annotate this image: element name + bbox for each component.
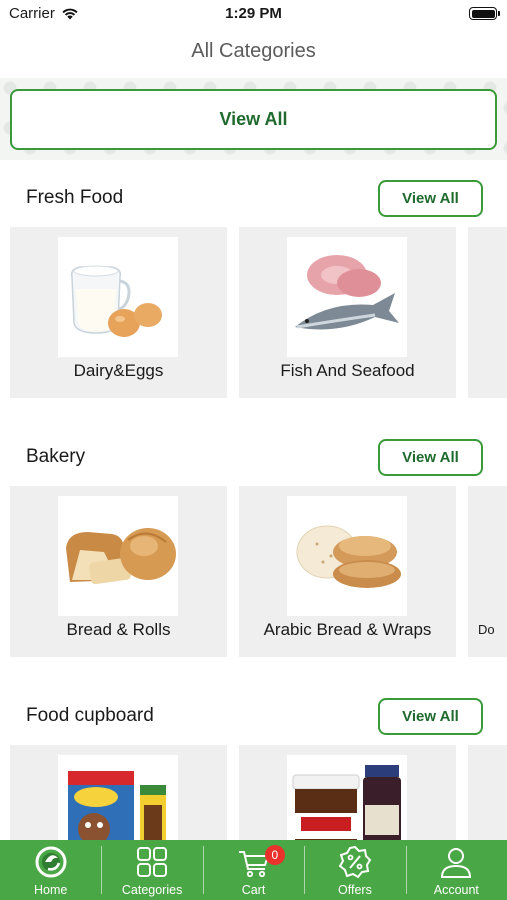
nav-label: Home: [34, 883, 68, 897]
battery-icon: [469, 7, 500, 20]
user-icon: [441, 848, 472, 878]
category-label: Fish And Seafood: [280, 361, 415, 380]
category-card[interactable]: Dairy&Eggs: [10, 227, 227, 398]
dairy-eggs-image: [58, 237, 178, 357]
nav-home[interactable]: Home: [0, 840, 101, 900]
fish-image: [287, 237, 407, 357]
category-card[interactable]: Do: [468, 486, 507, 657]
nav-categories[interactable]: Categories: [101, 840, 202, 900]
clock: 1:29 PM: [225, 5, 282, 22]
arabic-bread-image: [287, 496, 407, 616]
nav-label: Categories: [121, 883, 183, 897]
category-carousel[interactable]: Dairy&Eggs Fish And Seafood: [0, 227, 507, 398]
category-card[interactable]: Arabic Bread & Wraps: [239, 486, 456, 657]
nav-cart[interactable]: 0 Cart: [202, 840, 304, 900]
section-title: Fresh Food: [26, 187, 124, 208]
view-all-button[interactable]: View All: [378, 698, 483, 735]
category-card[interactable]: [468, 227, 507, 398]
section-title: Food cupboard: [26, 705, 154, 726]
view-all-categories-button[interactable]: View All: [10, 89, 497, 150]
nav-account[interactable]: Account: [405, 840, 507, 900]
bread-image: [58, 496, 178, 616]
view-all-button[interactable]: View All: [378, 439, 483, 476]
category-card[interactable]: Fish And Seafood: [239, 227, 456, 398]
category-label: Do: [478, 622, 495, 637]
category-carousel[interactable]: Bread & Rolls Arabic Bread & Wraps Do: [0, 486, 507, 657]
bottom-nav: Home Categories 0 Cart Offers Account: [0, 840, 507, 900]
nav-label: Offers: [338, 883, 372, 897]
home-logo-icon: [35, 846, 67, 878]
nav-offers[interactable]: Offers: [304, 840, 405, 900]
category-card[interactable]: Bread & Rolls: [10, 486, 227, 657]
nav-label: Cart: [241, 883, 266, 897]
offers-percent-icon: [338, 845, 372, 879]
nav-label: Account: [433, 883, 479, 897]
status-bar: Carrier 1:29 PM: [0, 0, 507, 30]
category-label: Bread & Rolls: [66, 620, 171, 639]
category-label: Dairy&Eggs: [73, 361, 164, 380]
category-label: Arabic Bread & Wraps: [263, 620, 432, 639]
view-all-button[interactable]: View All: [378, 180, 483, 217]
grid-icon: [137, 847, 168, 877]
section-title: Bakery: [26, 446, 86, 467]
cart-count-badge: 0: [264, 845, 285, 865]
banner: View All: [0, 78, 507, 160]
page-title: All Categories: [191, 40, 316, 62]
